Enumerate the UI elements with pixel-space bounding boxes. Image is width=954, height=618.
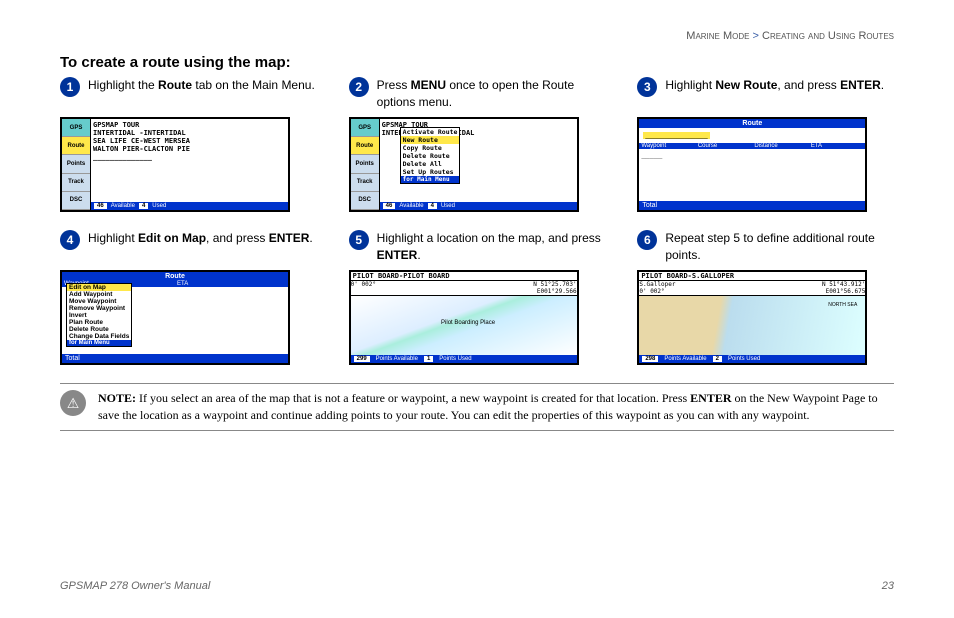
step-4-text: Highlight Edit on Map, and press ENTER.: [88, 230, 313, 247]
step-5: 5 Highlight a location on the map, and p…: [349, 230, 606, 365]
map-title: PILOT BOARD-PILOT BOARD: [353, 272, 450, 280]
edit-menu: Edit on Map Add Waypoint Move Waypoint R…: [66, 283, 132, 347]
note-block: ⚠ NOTE: If you select an area of the map…: [60, 383, 894, 431]
section-heading: To create a route using the map:: [60, 54, 894, 71]
route-options-menu: Activate Route New Route Copy Route Dele…: [400, 127, 461, 184]
step-2: 2 Press MENU once to open the Route opti…: [349, 77, 606, 212]
step-num-3: 3: [637, 77, 657, 97]
tab-points: Points: [62, 155, 90, 173]
step-4-screenshot: Route WaypointETA Edit on Map Add Waypoi…: [60, 270, 290, 365]
step-5-screenshot: PILOT BOARD-PILOT BOARD 0' 002° N 51°25.…: [349, 270, 579, 365]
menu-edit-on-map: Edit on Map: [67, 284, 131, 291]
note-text: NOTE: If you select an area of the map t…: [98, 390, 894, 424]
tab-track: Track: [62, 174, 90, 192]
step-num-2: 2: [349, 77, 369, 97]
map-title-6: PILOT BOARD-S.GALLOPER: [641, 272, 734, 280]
step-4: 4 Highlight Edit on Map, and press ENTER…: [60, 230, 317, 365]
tab-route: Route: [62, 137, 90, 155]
menu-new-route: New Route: [401, 136, 460, 144]
step-6-screenshot: PILOT BOARD-S.GALLOPER S.Galloper0' 002°…: [637, 270, 867, 365]
breadcrumb: Marine Mode > Creating and Using Routes: [60, 30, 894, 42]
map-area-6: NORTH SEA: [639, 296, 865, 355]
route-header: Route: [639, 119, 865, 128]
footer-title: GPSMAP 278 Owner's Manual: [60, 580, 210, 592]
step-1-screenshot: GPS Route Points Track DSC GPSMAP TOUR I…: [60, 117, 290, 212]
breadcrumb-a: Marine Mode: [686, 30, 749, 42]
step-1: 1 Highlight the Route tab on the Main Me…: [60, 77, 317, 212]
step-num-6: 6: [637, 230, 657, 250]
tab-gps: GPS: [62, 119, 90, 137]
tab-dsc: DSC: [62, 192, 90, 210]
step-num-1: 1: [60, 77, 80, 97]
breadcrumb-b: Creating and Using Routes: [762, 30, 894, 42]
step-3: 3 Highlight New Route, and press ENTER. …: [637, 77, 894, 212]
step-2-screenshot: GPS Route Points Track DSC GPSMAP TOUR I…: [349, 117, 579, 212]
step-2-text: Press MENU once to open the Route option…: [377, 77, 606, 111]
breadcrumb-sep: >: [753, 30, 759, 42]
step-num-4: 4: [60, 230, 80, 250]
step-1-text: Highlight the Route tab on the Main Menu…: [88, 77, 315, 94]
warning-icon: ⚠: [60, 390, 86, 416]
step-6-text: Repeat step 5 to define additional route…: [665, 230, 894, 264]
route-table-body: _____: [639, 149, 865, 201]
route-name-field: ________________: [643, 132, 709, 139]
map-label: Pilot Boarding Place: [441, 320, 495, 326]
steps-grid: 1 Highlight the Route tab on the Main Me…: [60, 77, 894, 365]
step-3-screenshot: Route ________________ Waypoint Course D…: [637, 117, 867, 212]
page-footer: GPSMAP 278 Owner's Manual 23: [60, 580, 894, 592]
page-number: 23: [882, 580, 894, 592]
step-5-text: Highlight a location on the map, and pre…: [377, 230, 606, 264]
step-3-text: Highlight New Route, and press ENTER.: [665, 77, 884, 94]
step-6: 6 Repeat step 5 to define additional rou…: [637, 230, 894, 365]
map-area: Pilot Boarding Place: [351, 296, 577, 355]
step-num-5: 5: [349, 230, 369, 250]
route-total: Total: [639, 201, 865, 210]
